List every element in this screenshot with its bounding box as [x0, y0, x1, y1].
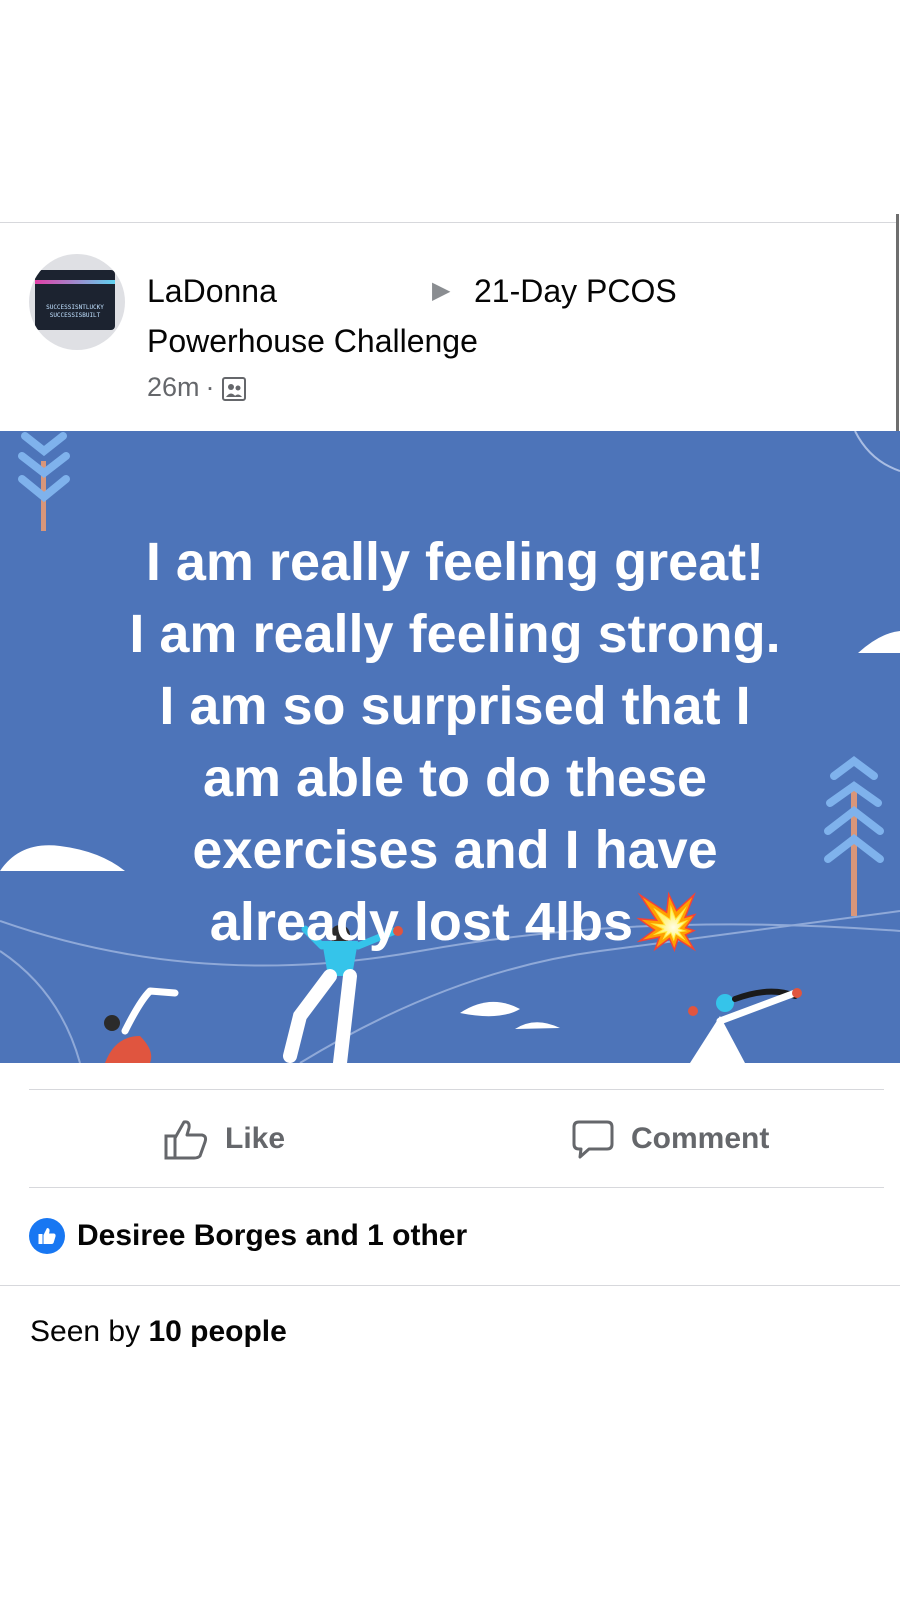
post-text-line: I am really feeling strong.: [129, 604, 781, 664]
group-name[interactable]: 21-Day PCOS: [474, 266, 677, 316]
post-background-card[interactable]: I am really feeling great! I am really f…: [0, 431, 900, 1063]
post-meta: 26m ·: [147, 367, 247, 407]
thumbs-up-icon: [164, 1120, 208, 1160]
divider: [29, 1089, 884, 1090]
tree-left: [18, 432, 70, 531]
avatar-text: SUCCESSISNTLUCKY SUCCESSISBUILT: [46, 304, 104, 319]
avatar-image: SUCCESSISNTLUCKY SUCCESSISBUILT: [35, 270, 115, 330]
seen-by-count: 10 people: [148, 1315, 287, 1348]
figure-right: [688, 988, 802, 1063]
meta-separator: ·: [205, 372, 215, 402]
reaction-summary[interactable]: Desiree Borges and 1 other: [29, 1214, 467, 1258]
divider: [0, 1285, 900, 1286]
post-text-line: am able to do these: [202, 748, 708, 808]
like-reaction-icon: [29, 1218, 65, 1254]
comment-bubble-icon: [572, 1120, 614, 1159]
post-text-line: I am really feeling great!: [145, 532, 765, 592]
seen-by-prefix: Seen by: [30, 1315, 141, 1348]
divider: [29, 1187, 884, 1188]
group-name-continued[interactable]: Powerhouse Challenge: [147, 316, 478, 366]
post-text-line: already lost 4lbs💥: [209, 892, 701, 952]
figure-left: [104, 987, 179, 1063]
post-text-line: exercises and I have: [192, 820, 718, 880]
arrow-right-icon: ▶: [432, 277, 451, 304]
seen-by[interactable]: Seen by 10 people: [30, 1315, 287, 1349]
like-button[interactable]: Like: [163, 1113, 285, 1165]
post-text-line: I am so surprised that I: [159, 676, 751, 736]
comment-button[interactable]: Comment: [571, 1113, 769, 1165]
top-divider: [0, 222, 896, 223]
avatar[interactable]: SUCCESSISNTLUCKY SUCCESSISBUILT: [29, 254, 125, 350]
group-members-icon: [221, 376, 246, 401]
author-name[interactable]: LaDonna: [147, 266, 277, 316]
comment-label: Comment: [631, 1122, 770, 1155]
post-time[interactable]: 26m: [147, 372, 200, 402]
post-text: I am really feeling great! I am really f…: [60, 526, 850, 958]
reaction-summary-text: Desiree Borges and 1 other: [77, 1219, 468, 1252]
like-label: Like: [225, 1122, 286, 1155]
